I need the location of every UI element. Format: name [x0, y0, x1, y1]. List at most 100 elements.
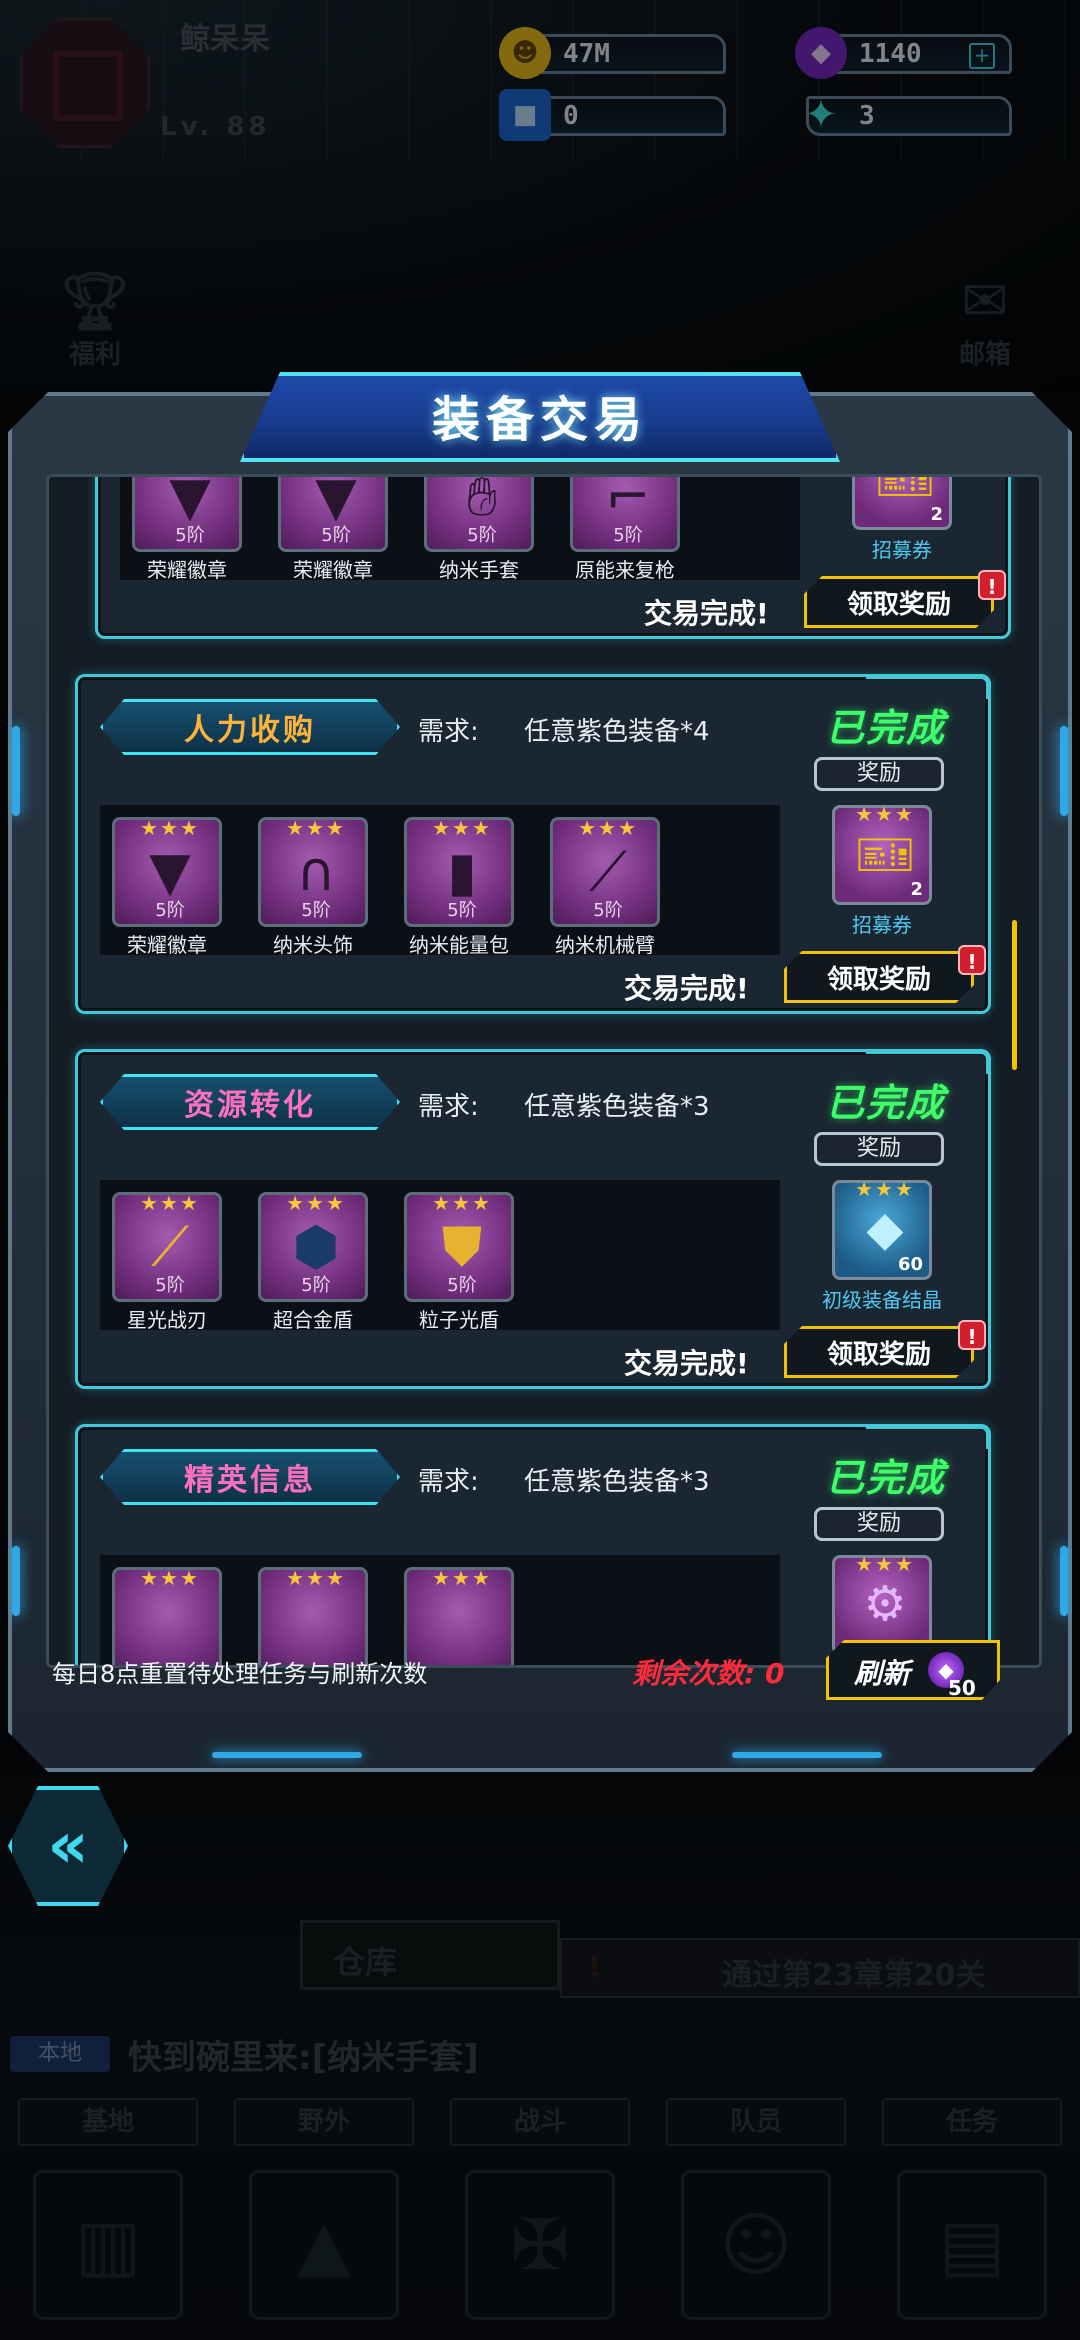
- item-name: 纳米机械臂: [555, 933, 655, 957]
- gold-coin-icon: ☻: [499, 27, 551, 79]
- item-slot: ★★★ ∩ 5阶: [258, 816, 368, 927]
- required-item[interactable]: ★★★⌐5阶 原能来复枪: [570, 474, 680, 583]
- required-item[interactable]: ★★★: [404, 1566, 514, 1665]
- resource-gold[interactable]: ☻ 47M: [499, 27, 726, 79]
- item-slot: ★★★ ⬢ 5阶: [258, 1191, 368, 1302]
- task-list[interactable]: ★★★▼5阶 荣耀徽章 ★★★▼5阶 荣耀徽章 ★★★✋︎5阶 纳米手套 ★★★…: [46, 474, 1042, 1668]
- player-level: Lv. 88: [160, 112, 271, 142]
- mail-button[interactable]: ✉ 邮箱: [930, 270, 1040, 380]
- claim-reward-button[interactable]: 领取奖励: [804, 576, 994, 628]
- tab-field[interactable]: 野外: [234, 2098, 414, 2146]
- chat-message: 快到碗里来:[纳米手套]: [128, 2038, 479, 2078]
- requirement-label: 需求:: [418, 1467, 479, 1497]
- rifle-icon: ⌐: [605, 474, 651, 528]
- required-item[interactable]: ★★★▼5阶 荣耀徽章: [132, 477, 242, 583]
- resource-gem[interactable]: ◆ 1140 +: [795, 27, 1012, 79]
- mountain-icon[interactable]: ▲: [249, 2170, 399, 2320]
- item-slot: ★★★▼5阶: [112, 816, 222, 927]
- chat-channel-tag[interactable]: 本地: [10, 2036, 110, 2072]
- item-slot: ★★★: [112, 1566, 222, 1665]
- item-slot: ★★★▼5阶: [132, 477, 242, 552]
- resource-star-value: 3: [859, 101, 875, 131]
- tab-tasks[interactable]: 任务: [882, 2098, 1062, 2146]
- requirement-value: 任意紫色装备*4: [524, 717, 710, 747]
- status-completed: 已完成: [826, 706, 947, 750]
- mail-label: 邮箱: [958, 340, 1011, 370]
- status-completed: 已完成: [826, 1081, 947, 1125]
- warehouse-label: 仓库: [333, 1943, 398, 1981]
- scrollbar[interactable]: [1012, 920, 1017, 1070]
- base-icon[interactable]: ▥: [33, 2170, 183, 2320]
- reward-label: 奖励: [814, 757, 944, 791]
- resource-cube[interactable]: ■ 0: [499, 89, 726, 141]
- page-title: 装备交易: [431, 392, 648, 448]
- tab-base[interactable]: 基地: [18, 2098, 198, 2146]
- item-slot: ★★★ ▮ 5阶: [404, 816, 514, 927]
- item-name: 粒子光盾: [419, 1308, 499, 1332]
- player-avatar[interactable]: [20, 18, 150, 148]
- reward-label: 奖励: [814, 1132, 944, 1166]
- equipment-trade-panel: ★★★▼5阶 荣耀徽章 ★★★▼5阶 荣耀徽章 ★★★✋︎5阶 纳米手套 ★★★…: [8, 392, 1072, 1772]
- requirement-value: 任意紫色装备*3: [524, 1467, 710, 1497]
- welfare-button[interactable]: 🏆︎ 福利: [40, 270, 150, 380]
- resource-gem-value: 1140: [859, 39, 922, 69]
- reward-name: 初级装备结晶: [822, 1288, 942, 1312]
- panel-light-left-lower: [12, 1546, 20, 1616]
- required-item[interactable]: ★★★ ⬢ 5阶 超合金盾: [258, 1191, 368, 1333]
- resource-gold-value: 47M: [563, 39, 610, 69]
- reward-item[interactable]: 🎫︎ 2 招募券: [852, 477, 952, 563]
- remaining-count: 剩余次数: 0: [632, 1657, 785, 1690]
- cyan-star-icon: ✦: [804, 92, 838, 138]
- item-slot: ★★★ ⟋ 5阶: [112, 1191, 222, 1302]
- required-item[interactable]: ★★★✋︎5阶 纳米手套: [424, 477, 534, 583]
- warehouse-button[interactable]: 仓库: [300, 1920, 560, 1990]
- required-item[interactable]: ★★★▼5阶 荣耀徽章: [278, 474, 388, 583]
- reward-item[interactable]: ★★★ 🎫︎ 2 招募券: [832, 802, 932, 938]
- claim-reward-button[interactable]: 领取奖励: [784, 1326, 974, 1378]
- required-item[interactable]: ★★★: [112, 1566, 222, 1665]
- blue-cube-icon: ■: [499, 89, 551, 141]
- required-item[interactable]: ★★★ ⛊ 5阶 粒子光盾: [404, 1191, 514, 1333]
- required-items: ★★★▼5阶 荣耀徽章 ★★★▼5阶 荣耀徽章 ★★★✋︎5阶 纳米手套 ★★★…: [120, 474, 800, 583]
- panel-light-right: [1060, 726, 1068, 816]
- task-card-partial: ★★★▼5阶 荣耀徽章 ★★★▼5阶 荣耀徽章 ★★★✋︎5阶 纳米手套 ★★★…: [95, 474, 1011, 639]
- requirement-label: 需求:: [418, 717, 479, 747]
- required-item[interactable]: ★★★ ⟋ 5阶 星光战刃: [112, 1191, 222, 1333]
- item-slot: ★★★: [258, 1566, 368, 1665]
- energy-pack-icon: ▮: [447, 840, 477, 903]
- trophy-icon: 🏆︎: [59, 269, 131, 334]
- reward-item[interactable]: ★★★ ◆ 60 初级装备结晶: [822, 1177, 942, 1313]
- resource-star[interactable]: ✦ 3: [804, 92, 1012, 138]
- required-item[interactable]: ★★★: [258, 1566, 368, 1665]
- required-item[interactable]: ★★★ ▮ 5阶 纳米能量包: [404, 816, 514, 958]
- item-name: 纳米头饰: [273, 933, 353, 957]
- alert-icon: !: [588, 1950, 601, 1983]
- panel-base-light-right: [732, 1752, 882, 1758]
- task-card-2: 资源转化 需求: 任意紫色装备*3 已完成 奖励 ★★★ ⟋ 5阶 星光战刃 ★★★…: [75, 1049, 991, 1389]
- required-items: ★★★ ▼ 5阶 荣耀徽章 ★★★ ∩ 5阶 纳米头饰 ★★★ ▮ 5阶 纳米能量包 ★★★…: [100, 805, 780, 958]
- quest-bar[interactable]: ! 通过第23章第20关: [560, 1938, 1080, 1998]
- item-name: 纳米手套: [439, 558, 519, 582]
- badge-icon: ▼: [315, 474, 357, 528]
- add-gem-button[interactable]: +: [969, 43, 995, 69]
- required-item[interactable]: ★★★ ⟋ 5阶 纳米机械臂: [550, 816, 660, 958]
- item-name: 荣耀徽章: [293, 558, 373, 582]
- tab-battle[interactable]: 战斗: [450, 2098, 630, 2146]
- headgear-icon: ∩: [296, 840, 336, 903]
- mech-arm-icon: ⟋: [589, 840, 627, 903]
- player-name: 鲸呆呆: [180, 22, 270, 57]
- item-name: 纳米能量包: [409, 933, 509, 957]
- team-icon[interactable]: ☺: [681, 2170, 831, 2320]
- alert-badge: !: [978, 570, 1006, 600]
- avatar-emblem: [53, 51, 123, 121]
- tab-team[interactable]: 队员: [666, 2098, 846, 2146]
- panel-base-light-left: [212, 1752, 362, 1758]
- required-item[interactable]: ★★★▼5阶 荣耀徽章: [112, 816, 222, 958]
- battle-emblem-icon[interactable]: ✠: [465, 2170, 615, 2320]
- required-item[interactable]: ★★★ ∩ 5阶 纳米头饰: [258, 816, 368, 958]
- clipboard-icon[interactable]: ▤: [897, 2170, 1047, 2320]
- reward-slot: ★★★ ◆ 60: [832, 1177, 932, 1280]
- light-shield-icon: ⛊: [441, 1215, 483, 1278]
- claim-reward-button[interactable]: 领取奖励: [784, 951, 974, 1003]
- gear-icon: ⚙: [863, 1576, 907, 1632]
